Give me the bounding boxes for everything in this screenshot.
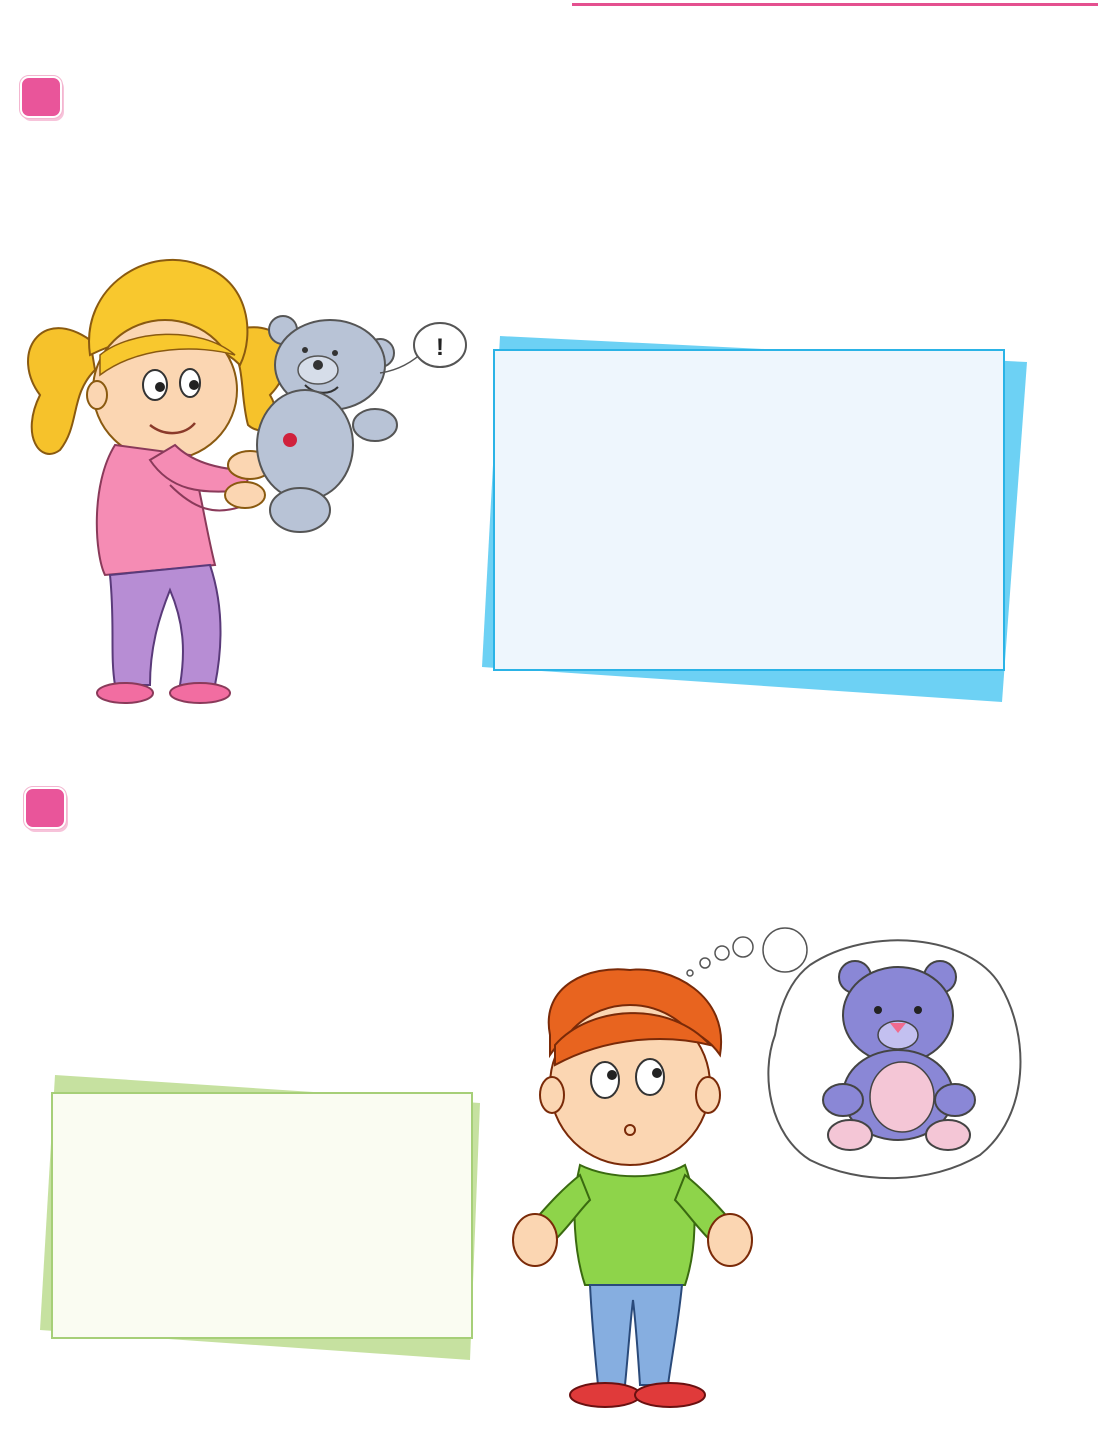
bullet-icon (23, 786, 67, 830)
header-rule (572, 3, 1098, 6)
boy-thinking-illustration (512, 927, 1022, 1408)
girl-teddy-illustration: ! (27, 258, 467, 704)
girl-figure (27, 258, 288, 704)
boy-figure (512, 968, 753, 1408)
grey-teddy-bear (256, 315, 398, 533)
exclamation-mark: ! (436, 334, 444, 361)
bullet-icon (19, 75, 63, 119)
green-answer-card (40, 1075, 480, 1360)
blue-answer-card (482, 336, 1027, 702)
